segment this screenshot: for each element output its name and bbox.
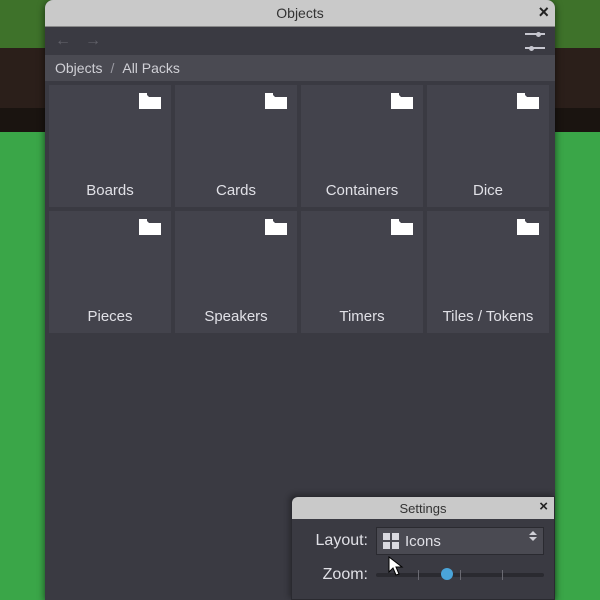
folder-label: Containers [301, 176, 423, 207]
folder-label: Timers [301, 302, 423, 333]
folder-tile-dice[interactable]: Dice [427, 85, 549, 207]
folder-icon [265, 93, 287, 109]
folder-tile-speakers[interactable]: Speakers [175, 211, 297, 333]
stepper-icon [529, 531, 539, 541]
folder-icon [391, 219, 413, 235]
icons-grid-icon [383, 533, 399, 549]
window-title: Objects [276, 5, 323, 21]
folder-label: Tiles / Tokens [427, 302, 549, 333]
forward-button[interactable]: → [85, 32, 101, 50]
back-button[interactable]: ← [55, 32, 71, 50]
folder-icon [139, 219, 161, 235]
titlebar[interactable]: Objects × [45, 0, 555, 27]
layout-row: Layout: Icons [302, 527, 544, 555]
folder-label: Dice [427, 176, 549, 207]
folder-icon [517, 219, 539, 235]
folder-label: Speakers [175, 302, 297, 333]
layout-select[interactable]: Icons [376, 527, 544, 555]
folder-tile-boards[interactable]: Boards [49, 85, 171, 207]
breadcrumb-item-current[interactable]: All Packs [122, 60, 180, 76]
zoom-label: Zoom: [302, 566, 368, 584]
folder-tile-cards[interactable]: Cards [175, 85, 297, 207]
breadcrumb-separator: / [110, 60, 114, 76]
folder-icon [265, 219, 287, 235]
settings-title: Settings [400, 501, 447, 516]
folder-icon [139, 93, 161, 109]
folder-tile-tiles-tokens[interactable]: Tiles / Tokens [427, 211, 549, 333]
folder-tile-timers[interactable]: Timers [301, 211, 423, 333]
folder-tile-pieces[interactable]: Pieces [49, 211, 171, 333]
folder-tile-containers[interactable]: Containers [301, 85, 423, 207]
folder-label: Cards [175, 176, 297, 207]
settings-panel: Settings × Layout: Icons Zoom: [291, 496, 555, 600]
breadcrumb: Objects / All Packs [45, 55, 555, 81]
layout-label: Layout: [302, 532, 368, 550]
zoom-row: Zoom: [302, 565, 544, 585]
background-scene: Objects × ← → Objects / All Packs Boards [0, 0, 600, 600]
zoom-slider[interactable] [376, 565, 544, 585]
folder-label: Pieces [49, 302, 171, 333]
folder-icon [517, 93, 539, 109]
close-icon[interactable]: × [538, 2, 549, 23]
folder-label: Boards [49, 176, 171, 207]
objects-window: Objects × ← → Objects / All Packs Boards [45, 0, 555, 600]
settings-titlebar[interactable]: Settings × [292, 497, 554, 519]
folder-icon [391, 93, 413, 109]
breadcrumb-item-root[interactable]: Objects [55, 60, 102, 76]
navbar: ← → [45, 27, 555, 55]
slider-thumb[interactable] [441, 568, 453, 580]
layout-value: Icons [405, 533, 441, 550]
settings-close-icon[interactable]: × [539, 498, 548, 515]
settings-toggle-icon[interactable] [525, 33, 545, 49]
